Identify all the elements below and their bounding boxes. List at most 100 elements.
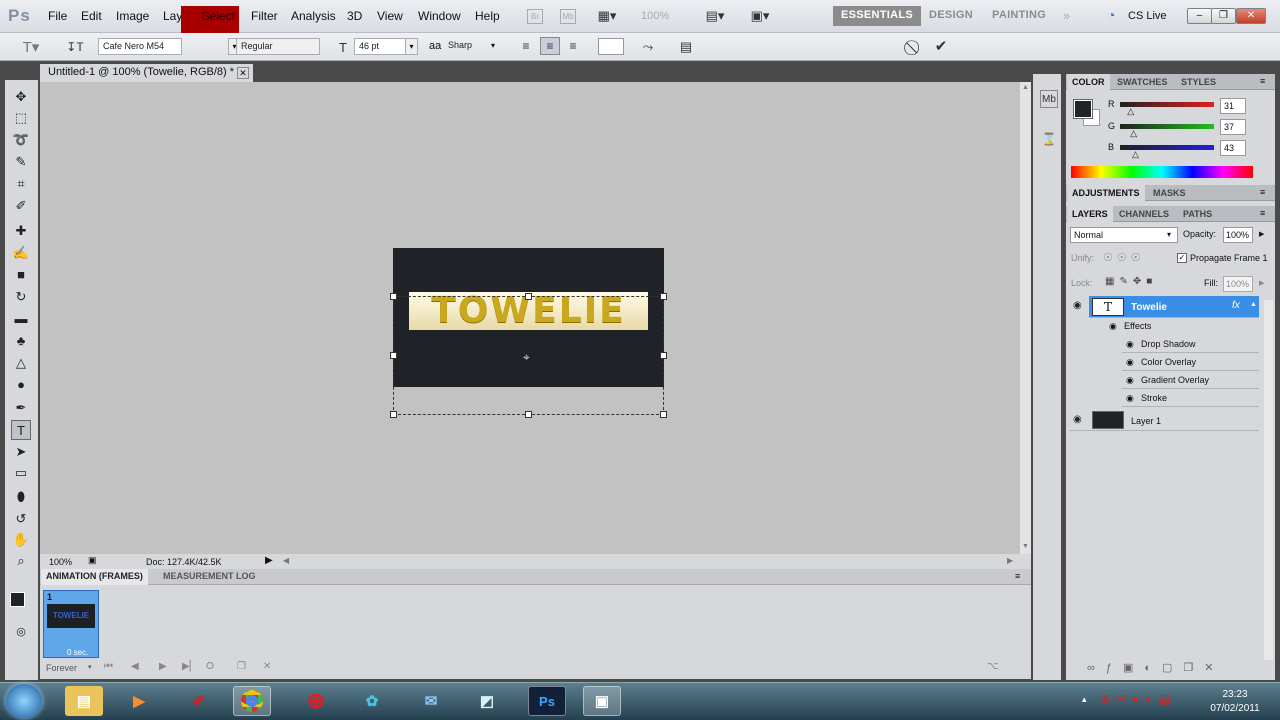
cancel-edit-icon[interactable]: ⃠ xyxy=(906,38,924,56)
commit-edit-icon[interactable]: ✔ xyxy=(932,37,950,55)
bbox-handle-tr[interactable] xyxy=(660,293,667,300)
effect-eye-icon[interactable]: ◉ xyxy=(1126,339,1134,350)
healing-brush-tool-icon[interactable]: ✚ xyxy=(11,221,31,241)
start-button-icon[interactable] xyxy=(6,684,42,718)
text-color-swatch[interactable] xyxy=(598,38,624,55)
menu-filter[interactable]: Filter xyxy=(251,9,278,23)
crop-tool-icon[interactable]: ⌗ xyxy=(11,174,31,194)
more-workspaces-icon[interactable]: » xyxy=(1063,8,1070,23)
r-value[interactable]: 31 xyxy=(1220,98,1246,114)
tab-masks[interactable]: MASKS xyxy=(1148,185,1191,201)
restore-button[interactable]: ❐ xyxy=(1211,8,1236,24)
font-size-field[interactable]: 46 pt xyxy=(354,38,406,55)
b-slider-thumb[interactable]: △ xyxy=(1132,149,1139,160)
tab-color[interactable]: COLOR xyxy=(1067,74,1110,90)
tab-layers[interactable]: LAYERS xyxy=(1067,206,1113,222)
menu-window[interactable]: Window xyxy=(418,9,461,23)
font-style-field[interactable]: Regular xyxy=(236,38,320,55)
antialias-dropdown-icon[interactable]: ▾ xyxy=(491,41,495,50)
play-icon[interactable]: ▶ xyxy=(159,661,167,672)
align-center-icon[interactable]: ≡ xyxy=(540,37,560,55)
menu-image[interactable]: Image xyxy=(116,9,149,23)
loop-options[interactable]: Forever xyxy=(46,663,77,673)
brush-tool-icon[interactable]: ✍ xyxy=(11,243,31,263)
cs-live-label[interactable]: CS Live xyxy=(1128,10,1167,22)
effect-eye-icon[interactable]: ◉ xyxy=(1126,357,1134,368)
3d-orbit-tool-icon[interactable]: ↺ xyxy=(11,509,31,529)
3d-rotate-tool-icon[interactable]: ⬮ xyxy=(11,487,31,507)
menu-view[interactable]: View xyxy=(377,9,403,23)
layers-footer-icons[interactable]: ∞ƒ▣◐▢❐✕ xyxy=(1087,661,1224,674)
scroll-down-icon[interactable]: ▼ xyxy=(1022,543,1029,550)
shape-tool-icon[interactable]: ▭ xyxy=(11,463,31,483)
vertical-scrollbar[interactable] xyxy=(1020,82,1031,554)
layer-visibility-eye-icon[interactable]: ◉ xyxy=(1073,300,1085,311)
menu-edit[interactable]: Edit xyxy=(81,9,102,23)
layer-fx-badge[interactable]: fx xyxy=(1232,300,1240,311)
align-right-icon[interactable]: ≡ xyxy=(565,38,581,54)
menu-file[interactable]: File xyxy=(48,9,67,23)
blur-tool-icon[interactable]: △ xyxy=(11,353,31,373)
history-panel-icon[interactable]: ⌛ xyxy=(1040,130,1058,148)
warp-text-icon[interactable]: ⤳ xyxy=(638,37,658,57)
close-document-icon[interactable]: ✕ xyxy=(237,67,249,79)
bbox-handle-ml[interactable] xyxy=(390,352,397,359)
status-zoom[interactable]: 100% xyxy=(49,557,72,567)
dodge-tool-icon[interactable]: ● xyxy=(11,375,31,395)
character-panel-icon[interactable]: ▤ xyxy=(676,37,696,57)
mini-bridge-icon[interactable]: Mb xyxy=(560,9,576,24)
layers-panel-menu-icon[interactable]: ≡ xyxy=(1260,208,1265,218)
r-slider-thumb[interactable]: △ xyxy=(1127,106,1134,117)
effects-eye-icon[interactable]: ◉ xyxy=(1109,321,1117,332)
workspace-essentials[interactable]: ESSENTIALS xyxy=(833,6,922,26)
document-tab[interactable]: Untitled-1 @ 100% (Towelie, RGB/8) * xyxy=(40,64,253,82)
messenger-taskbar-icon[interactable]: ✿ xyxy=(353,686,391,716)
previous-frame-icon[interactable]: ◀ xyxy=(131,661,139,672)
effect-color-overlay[interactable]: Color Overlay xyxy=(1141,357,1196,367)
arrange-documents-icon[interactable]: ▤▾ xyxy=(700,8,730,24)
propagate-checkbox[interactable]: ✓ xyxy=(1177,253,1187,263)
effect-drop-shadow[interactable]: Drop Shadow xyxy=(1141,339,1196,349)
media-player-taskbar-icon[interactable]: ▶ xyxy=(120,686,158,716)
screen-recorder-taskbar-icon[interactable]: ▣ xyxy=(583,686,621,716)
scroll-up-icon[interactable]: ▲ xyxy=(1022,84,1029,91)
tool-preset-icon[interactable]: T▾ xyxy=(18,37,44,57)
next-frame-icon[interactable]: ▶▏ xyxy=(182,661,197,672)
blend-mode-dropdown-icon[interactable]: ▾ xyxy=(1167,230,1171,239)
tween-icon[interactable]: ⭘ xyxy=(206,661,214,672)
status-menu-arrow-icon[interactable]: ▶ xyxy=(265,555,273,566)
effect-eye-icon[interactable]: ◉ xyxy=(1126,375,1134,386)
app-taskbar-icon[interactable]: ◩ xyxy=(468,686,506,716)
font-size-dropdown[interactable]: ▾ xyxy=(405,38,418,55)
bbox-handle-mr[interactable] xyxy=(660,352,667,359)
tab-adjustments[interactable]: ADJUSTMENTS xyxy=(1067,185,1145,201)
color-spectrum[interactable] xyxy=(1071,166,1253,178)
unify-icons[interactable]: ☉☉☉ xyxy=(1103,251,1145,264)
menu-select[interactable]: Select xyxy=(181,6,239,36)
explorer-taskbar-icon[interactable]: ▤ xyxy=(65,686,103,716)
foreground-color[interactable] xyxy=(10,592,25,607)
g-slider-thumb[interactable]: △ xyxy=(1130,128,1137,139)
status-info-icon[interactable]: ▣ xyxy=(88,555,97,566)
frame-delay[interactable]: 0 sec. xyxy=(67,648,88,657)
path-selection-tool-icon[interactable]: ➤ xyxy=(11,442,31,462)
opacity-slider-arrow-icon[interactable]: ▶ xyxy=(1259,230,1264,238)
show-hidden-icons-icon[interactable]: ▴ xyxy=(1082,694,1087,705)
system-clock[interactable]: 23:23 07/02/2011 xyxy=(1200,688,1270,716)
pen-tool-icon[interactable]: ✒ xyxy=(11,398,31,418)
layer-name-towelie[interactable]: Towelie xyxy=(1131,302,1167,313)
quick-selection-tool-icon[interactable]: ✎ xyxy=(11,152,31,172)
menu-analysis[interactable]: Analysis xyxy=(291,9,336,23)
bbox-handle-bl[interactable] xyxy=(390,411,397,418)
bridge-icon[interactable]: Br xyxy=(527,9,543,24)
font-family-field[interactable]: Cafe Nero M54 xyxy=(98,38,182,55)
tab-measurement-log[interactable]: MEASUREMENT LOG xyxy=(158,569,261,585)
minibridge-panel-icon[interactable]: Mb xyxy=(1040,90,1058,108)
color-panel-menu-icon[interactable]: ≡ xyxy=(1260,76,1265,86)
g-value[interactable]: 37 xyxy=(1220,119,1246,135)
view-extras-icon[interactable]: ▦▾ xyxy=(594,8,620,24)
color-foreground-swatch[interactable] xyxy=(1073,99,1093,119)
layer-effects-collapse-icon[interactable]: ▲ xyxy=(1250,301,1257,308)
paint-bucket-tool-icon[interactable]: ♣ xyxy=(11,331,31,351)
zoom-level[interactable]: 100% xyxy=(641,10,669,22)
